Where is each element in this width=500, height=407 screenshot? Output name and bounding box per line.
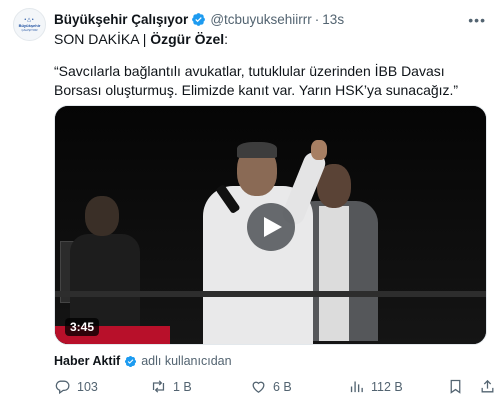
video-scene-person-right-shirt (319, 206, 349, 341)
retweet-count: 1 B (173, 379, 192, 394)
reply-count: 103 (77, 379, 98, 394)
bookmark-icon (450, 379, 461, 394)
bookmark-button[interactable] (447, 378, 464, 395)
retweet-icon (152, 380, 165, 393)
tweet-header: Büyükşehir Çalışıyor @tcbuyuksehiirrr · … (54, 10, 344, 28)
verified-badge-icon (192, 12, 206, 26)
author-handle[interactable]: @tcbuyuksehiirrr (210, 12, 311, 27)
reply-icon (55, 380, 70, 395)
author-name[interactable]: Büyükşehir Çalışıyor (54, 12, 188, 27)
retweet-button[interactable]: 1 B (150, 378, 192, 395)
like-count: 6 B (273, 379, 292, 394)
play-button[interactable] (247, 203, 295, 251)
views-button[interactable]: 112 B (348, 378, 403, 395)
source-name[interactable]: Haber Aktif (54, 354, 120, 368)
video-scene-speaker-hand (311, 140, 327, 160)
video-player[interactable]: 3:45 (54, 105, 487, 345)
source-via-text: adlı kullanıcıdan (141, 354, 232, 368)
like-button[interactable]: 6 B (250, 378, 292, 395)
headline-speaker: Özgür Özel (150, 31, 225, 47)
headline-prefix: SON DAKİKA | (54, 31, 151, 47)
share-icon (481, 379, 494, 393)
more-options-icon[interactable]: ••• (468, 12, 486, 28)
video-scene-speaker-hair (237, 142, 277, 158)
headline-speaker-suffix: : (224, 31, 229, 47)
video-scene-person-left-head (85, 196, 119, 236)
source-verified-badge-icon (125, 355, 137, 367)
author-avatar[interactable]: •△• Büyükşehir ÇALIŞIYOR (13, 8, 46, 41)
tweet-timestamp[interactable]: 13s (322, 12, 344, 27)
tweet-headline: SON DAKİKA | Özgür Özel: (54, 30, 484, 49)
separator-dot: · (314, 11, 320, 27)
video-source: Haber Aktif adlı kullanıcıdan (54, 352, 232, 370)
views-icon (350, 381, 363, 393)
heart-icon (252, 381, 265, 393)
video-duration: 3:45 (65, 318, 100, 336)
share-button[interactable] (479, 378, 496, 395)
play-icon (264, 217, 282, 237)
video-scene-railing (55, 291, 486, 297)
avatar-logo-subtext: ÇALIŞIYOR (21, 28, 38, 32)
views-count: 112 B (371, 379, 403, 394)
tweet-actions: 103 1 B 6 B 112 B (54, 378, 494, 398)
reply-button[interactable]: 103 (54, 378, 98, 395)
tweet-quote-text: “Savcılarla bağlantılı avukatlar, tutukl… (54, 63, 459, 98)
